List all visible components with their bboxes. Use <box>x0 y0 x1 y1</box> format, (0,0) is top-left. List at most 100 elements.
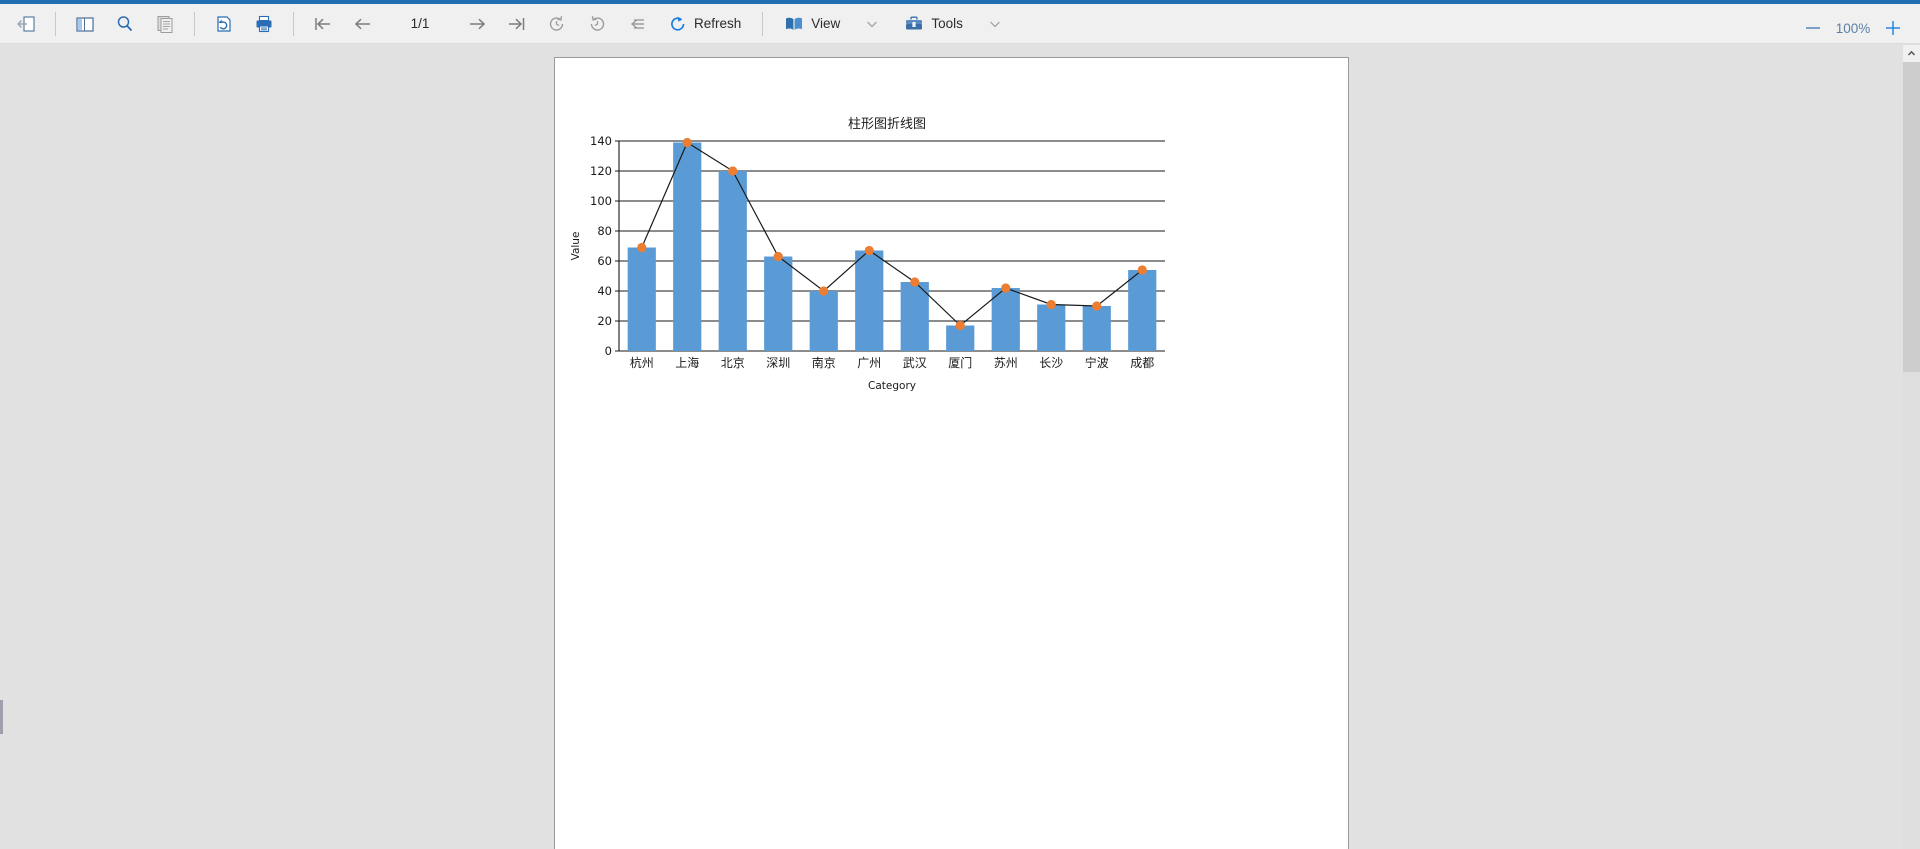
zoom-out-button[interactable] <box>1800 15 1826 41</box>
line-marker <box>1001 283 1011 293</box>
toolbar-separator <box>293 11 294 36</box>
first-page-button[interactable] <box>306 7 340 41</box>
bar <box>900 282 929 351</box>
y-axis-tick-label: 20 <box>597 314 612 328</box>
page-indicator[interactable]: 1/1 <box>393 16 447 31</box>
x-axis-tick-label: 厦门 <box>948 355 972 370</box>
y-axis-tick-label: 60 <box>597 254 612 268</box>
x-axis-tick-label: 长沙 <box>1039 356 1063 370</box>
view-menu-button[interactable]: View <box>775 7 849 41</box>
bar <box>764 256 793 351</box>
chart-container: 柱形图折线图 0 20 40 60 80 100 120 140 杭州 上海 北京 深圳 南京 广州 武汉 厦… <box>557 113 1217 413</box>
trend-line <box>641 141 1143 327</box>
left-edge-resize-handle[interactable] <box>0 700 3 734</box>
bar <box>673 142 702 351</box>
back-arrow-page-icon <box>17 15 35 32</box>
line-marker <box>682 137 692 148</box>
first-page-icon <box>315 17 330 30</box>
x-axis-title: Category <box>868 380 916 392</box>
x-axis-tick-label: 上海 <box>675 355 699 370</box>
sidebar-panel-icon <box>76 16 94 32</box>
last-page-button[interactable] <box>500 7 534 41</box>
document-page: 柱形图折线图 0 20 40 60 80 100 120 140 杭州 上海 北京 深圳 南京 广州 武汉 厦… <box>554 57 1349 849</box>
refresh-button[interactable]: Refresh <box>660 7 750 41</box>
search-button[interactable] <box>108 7 142 41</box>
history-back-button[interactable] <box>540 7 574 41</box>
printer-icon <box>256 15 272 32</box>
line-marker <box>1046 299 1056 310</box>
line-marker <box>637 242 647 253</box>
toolbar-separator <box>55 11 56 36</box>
arrow-into-lines-icon <box>630 18 644 29</box>
arrow-right-icon <box>470 18 486 29</box>
view-label: View <box>811 16 841 31</box>
line-marker <box>819 286 829 296</box>
bar <box>1128 270 1157 351</box>
document-viewport[interactable]: 柱形图折线图 0 20 40 60 80 100 120 140 杭州 上海 北京 深圳 南京 广州 武汉 厦… <box>0 45 1920 849</box>
clock-forward-icon <box>590 15 605 31</box>
vertical-scrollbar[interactable] <box>1903 45 1920 849</box>
y-axis-tick-label: 0 <box>605 344 612 358</box>
history-forward-button[interactable] <box>580 7 614 41</box>
x-axis-tick-label: 成都 <box>1130 356 1154 370</box>
bar-line-combo-chart: 0 20 40 60 80 100 120 140 杭州 上海 北京 深圳 南京 广州 武汉 厦门 苏州 长沙 宁波… <box>570 134 1165 392</box>
bar <box>1082 306 1111 351</box>
bar <box>991 288 1020 351</box>
x-axis-tick-label: 南京 <box>812 355 836 370</box>
line-marker <box>773 251 783 262</box>
document-pages-icon <box>157 15 173 33</box>
bar <box>809 291 838 351</box>
pdf-viewer-window: 1/1 Refresh View Tools 100% 柱形图折线图 0 20 … <box>0 0 1920 849</box>
x-axis-tick-label: 宁波 <box>1085 355 1109 370</box>
y-axis-tick-label: 140 <box>590 134 612 148</box>
back-to-library-button[interactable] <box>9 7 43 41</box>
tools-menu-chevron[interactable] <box>978 7 1012 41</box>
zoom-controls: 100% <box>1800 8 1906 48</box>
print-button[interactable] <box>247 7 281 41</box>
refresh-circular-arrow-icon <box>671 16 685 31</box>
y-axis-tick-label: 120 <box>590 164 612 178</box>
x-axis-tick-label: 广州 <box>857 356 881 370</box>
x-axis-tick-label: 北京 <box>721 356 745 370</box>
bar <box>627 247 656 351</box>
previous-page-button[interactable] <box>346 7 380 41</box>
clock-back-icon <box>549 15 564 31</box>
scroll-up-button[interactable] <box>1903 45 1920 62</box>
rotate-page-icon <box>217 15 231 32</box>
line-marker <box>955 320 965 331</box>
toolbar-separator <box>762 11 764 36</box>
zoom-level[interactable]: 100% <box>1832 21 1874 36</box>
last-page-icon <box>509 17 525 30</box>
line-marker <box>864 245 874 256</box>
y-axis-title: Value <box>570 232 582 261</box>
fit-page-button[interactable] <box>620 7 654 41</box>
magnifier-icon <box>117 15 133 31</box>
plus-icon <box>1886 21 1900 35</box>
next-page-button[interactable] <box>460 7 494 41</box>
arrow-left-icon <box>354 18 370 29</box>
x-axis-tick-label: 武汉 <box>903 356 927 370</box>
toolbar-separator <box>194 11 195 36</box>
bar <box>855 250 884 351</box>
tools-label: Tools <box>931 16 963 31</box>
zoom-in-button[interactable] <box>1880 15 1906 41</box>
bar <box>718 171 747 351</box>
minus-icon <box>1806 27 1820 29</box>
sidebar-toggle-button[interactable] <box>68 7 102 41</box>
y-axis-tick-label: 80 <box>597 224 612 238</box>
refresh-label: Refresh <box>694 16 742 31</box>
x-axis-tick-label: 杭州 <box>630 355 654 370</box>
toolbox-icon <box>906 16 923 29</box>
document-view-button[interactable] <box>148 7 182 41</box>
tools-menu-button[interactable]: Tools <box>895 7 972 41</box>
open-book-icon <box>786 17 803 30</box>
line-marker <box>910 277 920 287</box>
x-axis-tick-label: 深圳 <box>766 356 790 370</box>
chart-title: 柱形图折线图 <box>847 117 926 132</box>
rotate-button[interactable] <box>207 7 241 41</box>
line-marker <box>1137 265 1147 275</box>
view-menu-chevron[interactable] <box>855 7 889 41</box>
scrollbar-thumb[interactable] <box>1903 62 1920 372</box>
y-axis-tick-label: 40 <box>597 284 612 298</box>
x-axis-tick-label: 苏州 <box>994 356 1018 370</box>
